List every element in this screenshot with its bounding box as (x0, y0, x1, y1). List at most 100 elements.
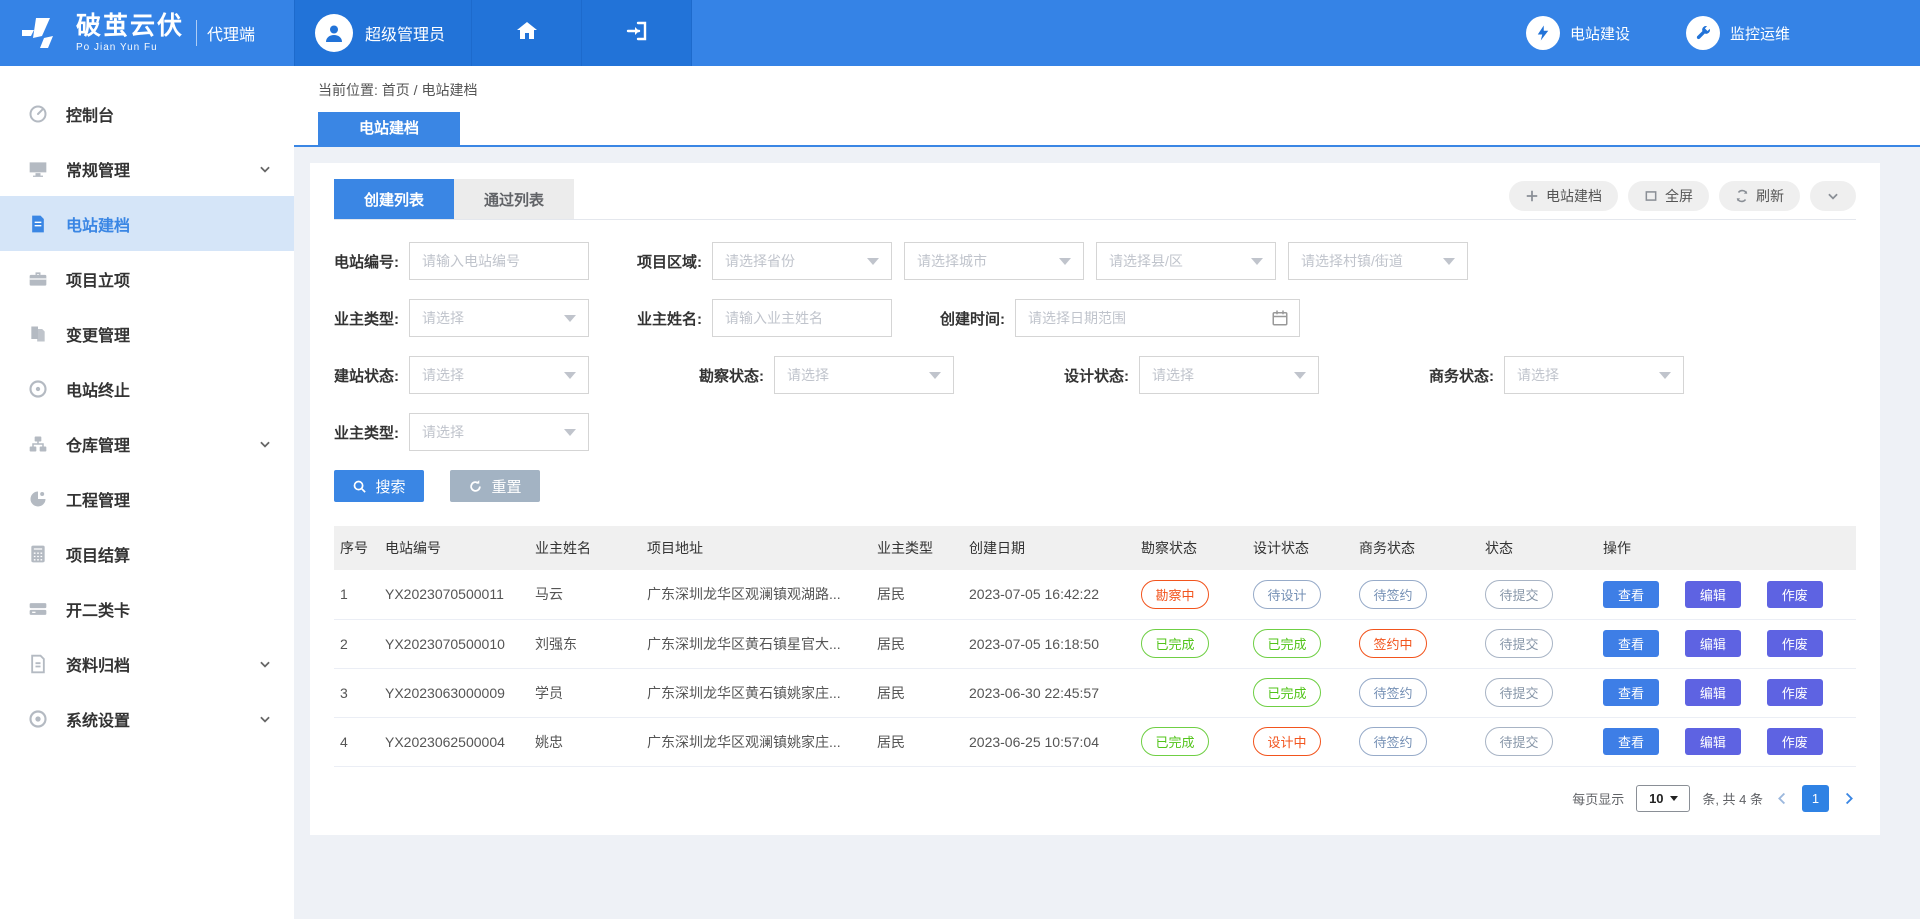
survey-status-select[interactable]: 请选择 (774, 356, 954, 394)
void-button[interactable]: 作废 (1767, 581, 1823, 608)
logout-icon (625, 19, 649, 48)
chevron-left-icon (1775, 791, 1790, 806)
logout-button[interactable] (582, 0, 692, 66)
plus-icon (1525, 189, 1539, 203)
user-strip: 超级管理员 (294, 0, 692, 66)
caret-down-icon (1059, 258, 1071, 265)
status-badge: 待提交 (1485, 727, 1553, 756)
panel-header: 创建列表 通过列表 电站建档 全屏 (334, 179, 1856, 220)
caret-down-icon (564, 315, 576, 322)
reset-button[interactable]: 重置 (450, 470, 540, 502)
prev-page-button[interactable] (1775, 791, 1790, 806)
divider (196, 20, 197, 46)
town-select[interactable]: 请选择村镇/街道 (1288, 242, 1468, 280)
user-menu[interactable]: 超级管理员 (294, 0, 472, 66)
create-station-button[interactable]: 电站建档 (1509, 181, 1618, 211)
table-row: 1 YX2023070500011 马云 广东深圳龙华区观澜镇观湖路... 居民… (334, 570, 1856, 619)
home-icon (515, 19, 539, 48)
nav-monitor-ops[interactable]: 监控运维 (1686, 16, 1790, 50)
sidebar-item-station-termination[interactable]: 电站终止 (0, 361, 294, 416)
sidebar-item-engineering-mgmt[interactable]: 工程管理 (0, 471, 294, 526)
gauge-icon (28, 489, 48, 509)
refresh-icon (1735, 189, 1749, 203)
status-badge: 勘察中 (1141, 580, 1209, 609)
station-table: 序号 电站编号 业主姓名 项目地址 业主类型 创建日期 勘察状态 设计状态 商务… (334, 526, 1856, 767)
home-button[interactable] (472, 0, 582, 66)
view-button[interactable]: 查看 (1603, 728, 1659, 755)
edit-button[interactable]: 编辑 (1685, 679, 1741, 706)
page-number-button[interactable]: 1 (1802, 785, 1829, 812)
owner-type2-select[interactable]: 请选择 (409, 413, 589, 451)
sidebar-item-general-mgmt[interactable]: 常规管理 (0, 141, 294, 196)
caret-down-icon (1670, 796, 1678, 801)
sidebar-item-station-filing[interactable]: 电站建档 (0, 196, 294, 251)
logo-title: 破茧云伏 (76, 14, 184, 39)
sidebar-item-data-archive[interactable]: 资料归档 (0, 636, 294, 691)
chevron-down-icon (258, 162, 272, 176)
chevron-down-icon (258, 437, 272, 451)
app-root: 破茧云伏 Po Jian Yun Fu 代理端 超级管理员 (0, 0, 1920, 919)
city-select[interactable]: 请选择城市 (904, 242, 1084, 280)
record-icon (28, 379, 48, 399)
status-badge: 已完成 (1141, 629, 1209, 658)
sidebar-item-warehouse-mgmt[interactable]: 仓库管理 (0, 416, 294, 471)
chevron-down-icon (258, 712, 272, 726)
status-badge: 已完成 (1253, 678, 1321, 707)
table-row: 2 YX2023070500010 刘强东 广东深圳龙华区黄石镇星官大... 居… (334, 619, 1856, 668)
caret-down-icon (1251, 258, 1263, 265)
refresh-button[interactable]: 刷新 (1719, 181, 1800, 211)
collapse-button[interactable] (1810, 181, 1856, 211)
search-button[interactable]: 搜索 (334, 470, 424, 502)
build-status-select[interactable]: 请选择 (409, 356, 589, 394)
tab-passed-list[interactable]: 通过列表 (454, 179, 574, 219)
view-button[interactable]: 查看 (1603, 679, 1659, 706)
edit-button[interactable]: 编辑 (1685, 728, 1741, 755)
sidebar-item-change-mgmt[interactable]: 变更管理 (0, 306, 294, 361)
caret-down-icon (1443, 258, 1455, 265)
avatar (315, 14, 353, 52)
sidebar-item-project-initiation[interactable]: 项目立项 (0, 251, 294, 306)
calculator-icon (28, 544, 48, 564)
caret-down-icon (929, 372, 941, 379)
status-badge: 待提交 (1485, 678, 1553, 707)
logo-icon (20, 16, 64, 50)
top-nav: 电站建设 监控运维 (692, 0, 1920, 66)
view-button[interactable]: 查看 (1603, 630, 1659, 657)
caret-down-icon (564, 429, 576, 436)
user-name: 超级管理员 (365, 21, 445, 45)
sidebar-item-class2-card[interactable]: 开二类卡 (0, 581, 294, 636)
wrench-icon (1686, 16, 1720, 50)
owner-type-select[interactable]: 请选择 (409, 299, 589, 337)
sidebar-item-system-settings[interactable]: 系统设置 (0, 691, 294, 746)
business-status-select[interactable]: 请选择 (1504, 356, 1684, 394)
nav-station-build[interactable]: 电站建设 (1526, 16, 1630, 50)
province-select[interactable]: 请选择省份 (712, 242, 892, 280)
edit-button[interactable]: 编辑 (1685, 581, 1741, 608)
sidebar-item-console[interactable]: 控制台 (0, 86, 294, 141)
fullscreen-button[interactable]: 全屏 (1628, 181, 1709, 211)
table-row: 3 YX2023063000009 学员 广东深圳龙华区黄石镇姚家庄... 居民… (334, 668, 1856, 717)
view-button[interactable]: 查看 (1603, 581, 1659, 608)
next-page-button[interactable] (1841, 791, 1856, 806)
county-select[interactable]: 请选择县/区 (1096, 242, 1276, 280)
void-button[interactable]: 作废 (1767, 728, 1823, 755)
filter-form: 电站编号: 项目区域: 请选择省份 请选择城市 请选择县/区 请选择村镇/街道 (334, 242, 1856, 451)
owner-name-input[interactable] (713, 300, 891, 336)
station-code-input[interactable] (410, 243, 588, 279)
void-button[interactable]: 作废 (1767, 679, 1823, 706)
status-badge: 设计中 (1253, 727, 1321, 756)
status-badge: 已完成 (1253, 629, 1321, 658)
search-icon (352, 479, 367, 494)
tab-create-list[interactable]: 创建列表 (334, 179, 454, 219)
page-tab-station-filing[interactable]: 电站建档 (318, 112, 460, 145)
copy-icon (28, 324, 48, 344)
void-button[interactable]: 作废 (1767, 630, 1823, 657)
status-badge: 待设计 (1253, 580, 1321, 609)
breadcrumb-bar: 当前位置: 首页 / 电站建档 电站建档 (294, 66, 1920, 147)
sidebar-item-project-settlement[interactable]: 项目结算 (0, 526, 294, 581)
per-page-select[interactable]: 10 (1636, 785, 1690, 812)
chevron-right-icon (1841, 791, 1856, 806)
edit-button[interactable]: 编辑 (1685, 630, 1741, 657)
design-status-select[interactable]: 请选择 (1139, 356, 1319, 394)
date-range-input[interactable] (1016, 300, 1299, 336)
